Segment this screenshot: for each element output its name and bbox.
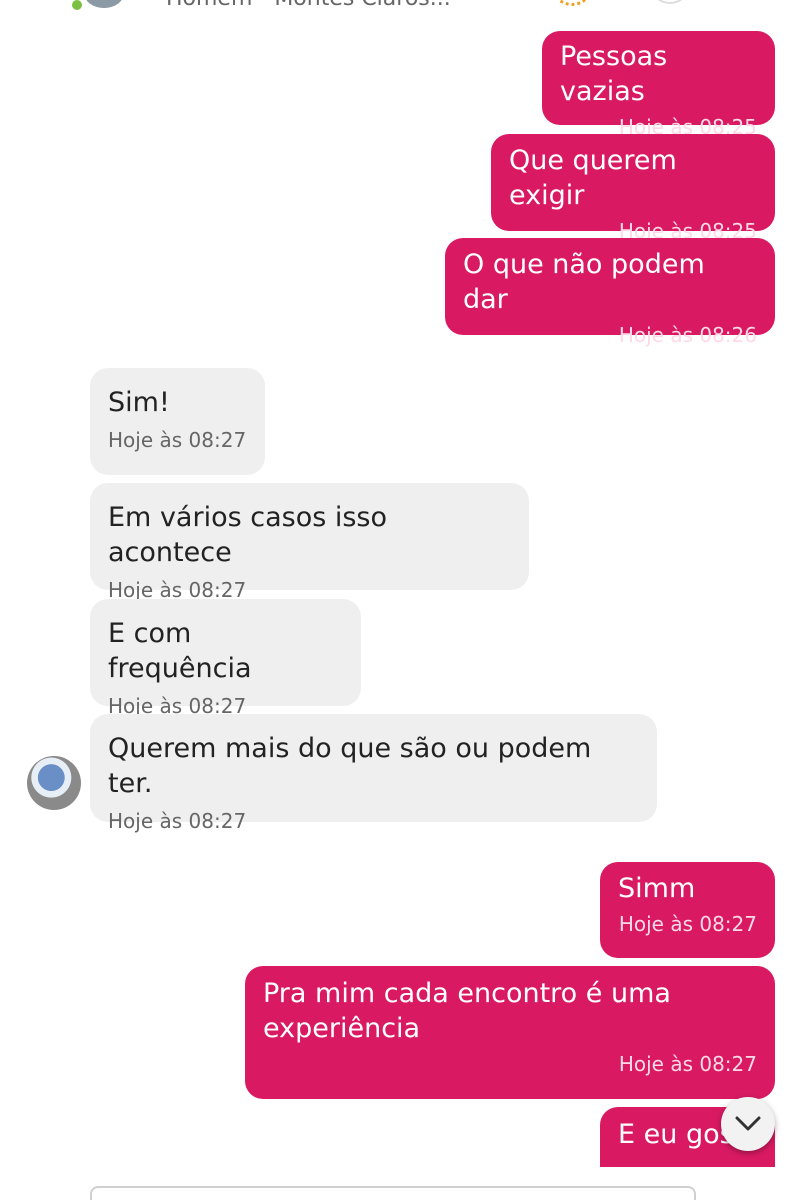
message-text: Pra mim cada encontro é uma experiência bbox=[263, 978, 671, 1044]
message-time: Hoje às 08:27 bbox=[618, 912, 757, 936]
message-time: Hoje às 08:26 bbox=[618, 323, 757, 347]
message-input[interactable] bbox=[90, 1186, 696, 1200]
message-bubble-out: Pra mim cada encontro é uma experiência … bbox=[245, 966, 775, 1099]
message-bubble-in: Querem mais do que são ou podem ter. Hoj… bbox=[90, 714, 657, 833]
message-text: Querem mais do que são ou podem ter. bbox=[108, 733, 592, 799]
message-text: Simm bbox=[618, 873, 696, 904]
message-time: Hoje às 08:27 bbox=[618, 1052, 757, 1076]
message-time: Hoje às 08:27 bbox=[108, 428, 247, 452]
message-text: Em vários casos isso acontece bbox=[108, 502, 388, 568]
message-bubble-out: O que não podem dar Hoje às 08:26 bbox=[445, 238, 775, 347]
message-text: Sim! bbox=[108, 387, 170, 418]
message-time: Hoje às 08:27 bbox=[108, 809, 247, 833]
message-bubble-in: Sim! Hoje às 08:27 bbox=[90, 368, 265, 475]
message-text: Pessoas vazias bbox=[560, 41, 668, 107]
message-list[interactable]: Pessoas vazias Hoje às 08:25 Que querem … bbox=[0, 14, 793, 1167]
message-bubble-out: Simm Hoje às 08:27 bbox=[600, 862, 775, 958]
chevron-down-icon bbox=[735, 1116, 761, 1131]
chat-header: Homem - Montes Claros... bbox=[0, 0, 793, 14]
online-status-dot bbox=[72, 0, 82, 10]
message-bubble-in: Em vários casos isso acontece Hoje às 08… bbox=[90, 483, 529, 602]
message-text: O que não podem dar bbox=[463, 249, 705, 315]
message-bubble-out: Que querem exigir Hoje às 08:25 bbox=[491, 134, 775, 243]
contact-avatar[interactable] bbox=[27, 756, 81, 810]
contact-avatar-small[interactable] bbox=[84, 0, 124, 8]
message-bubble-out: Pessoas vazias Hoje às 08:25 bbox=[542, 31, 775, 139]
message-text: E com frequência bbox=[108, 618, 252, 684]
scroll-to-bottom-button[interactable] bbox=[721, 1097, 775, 1151]
menu-icon[interactable] bbox=[650, 0, 690, 4]
message-text: Que querem exigir bbox=[509, 145, 677, 211]
contact-subtitle: Homem - Montes Claros... bbox=[166, 0, 451, 11]
message-bubble-in: E com frequência Hoje às 08:27 bbox=[90, 599, 361, 718]
sun-icon[interactable] bbox=[552, 0, 592, 6]
